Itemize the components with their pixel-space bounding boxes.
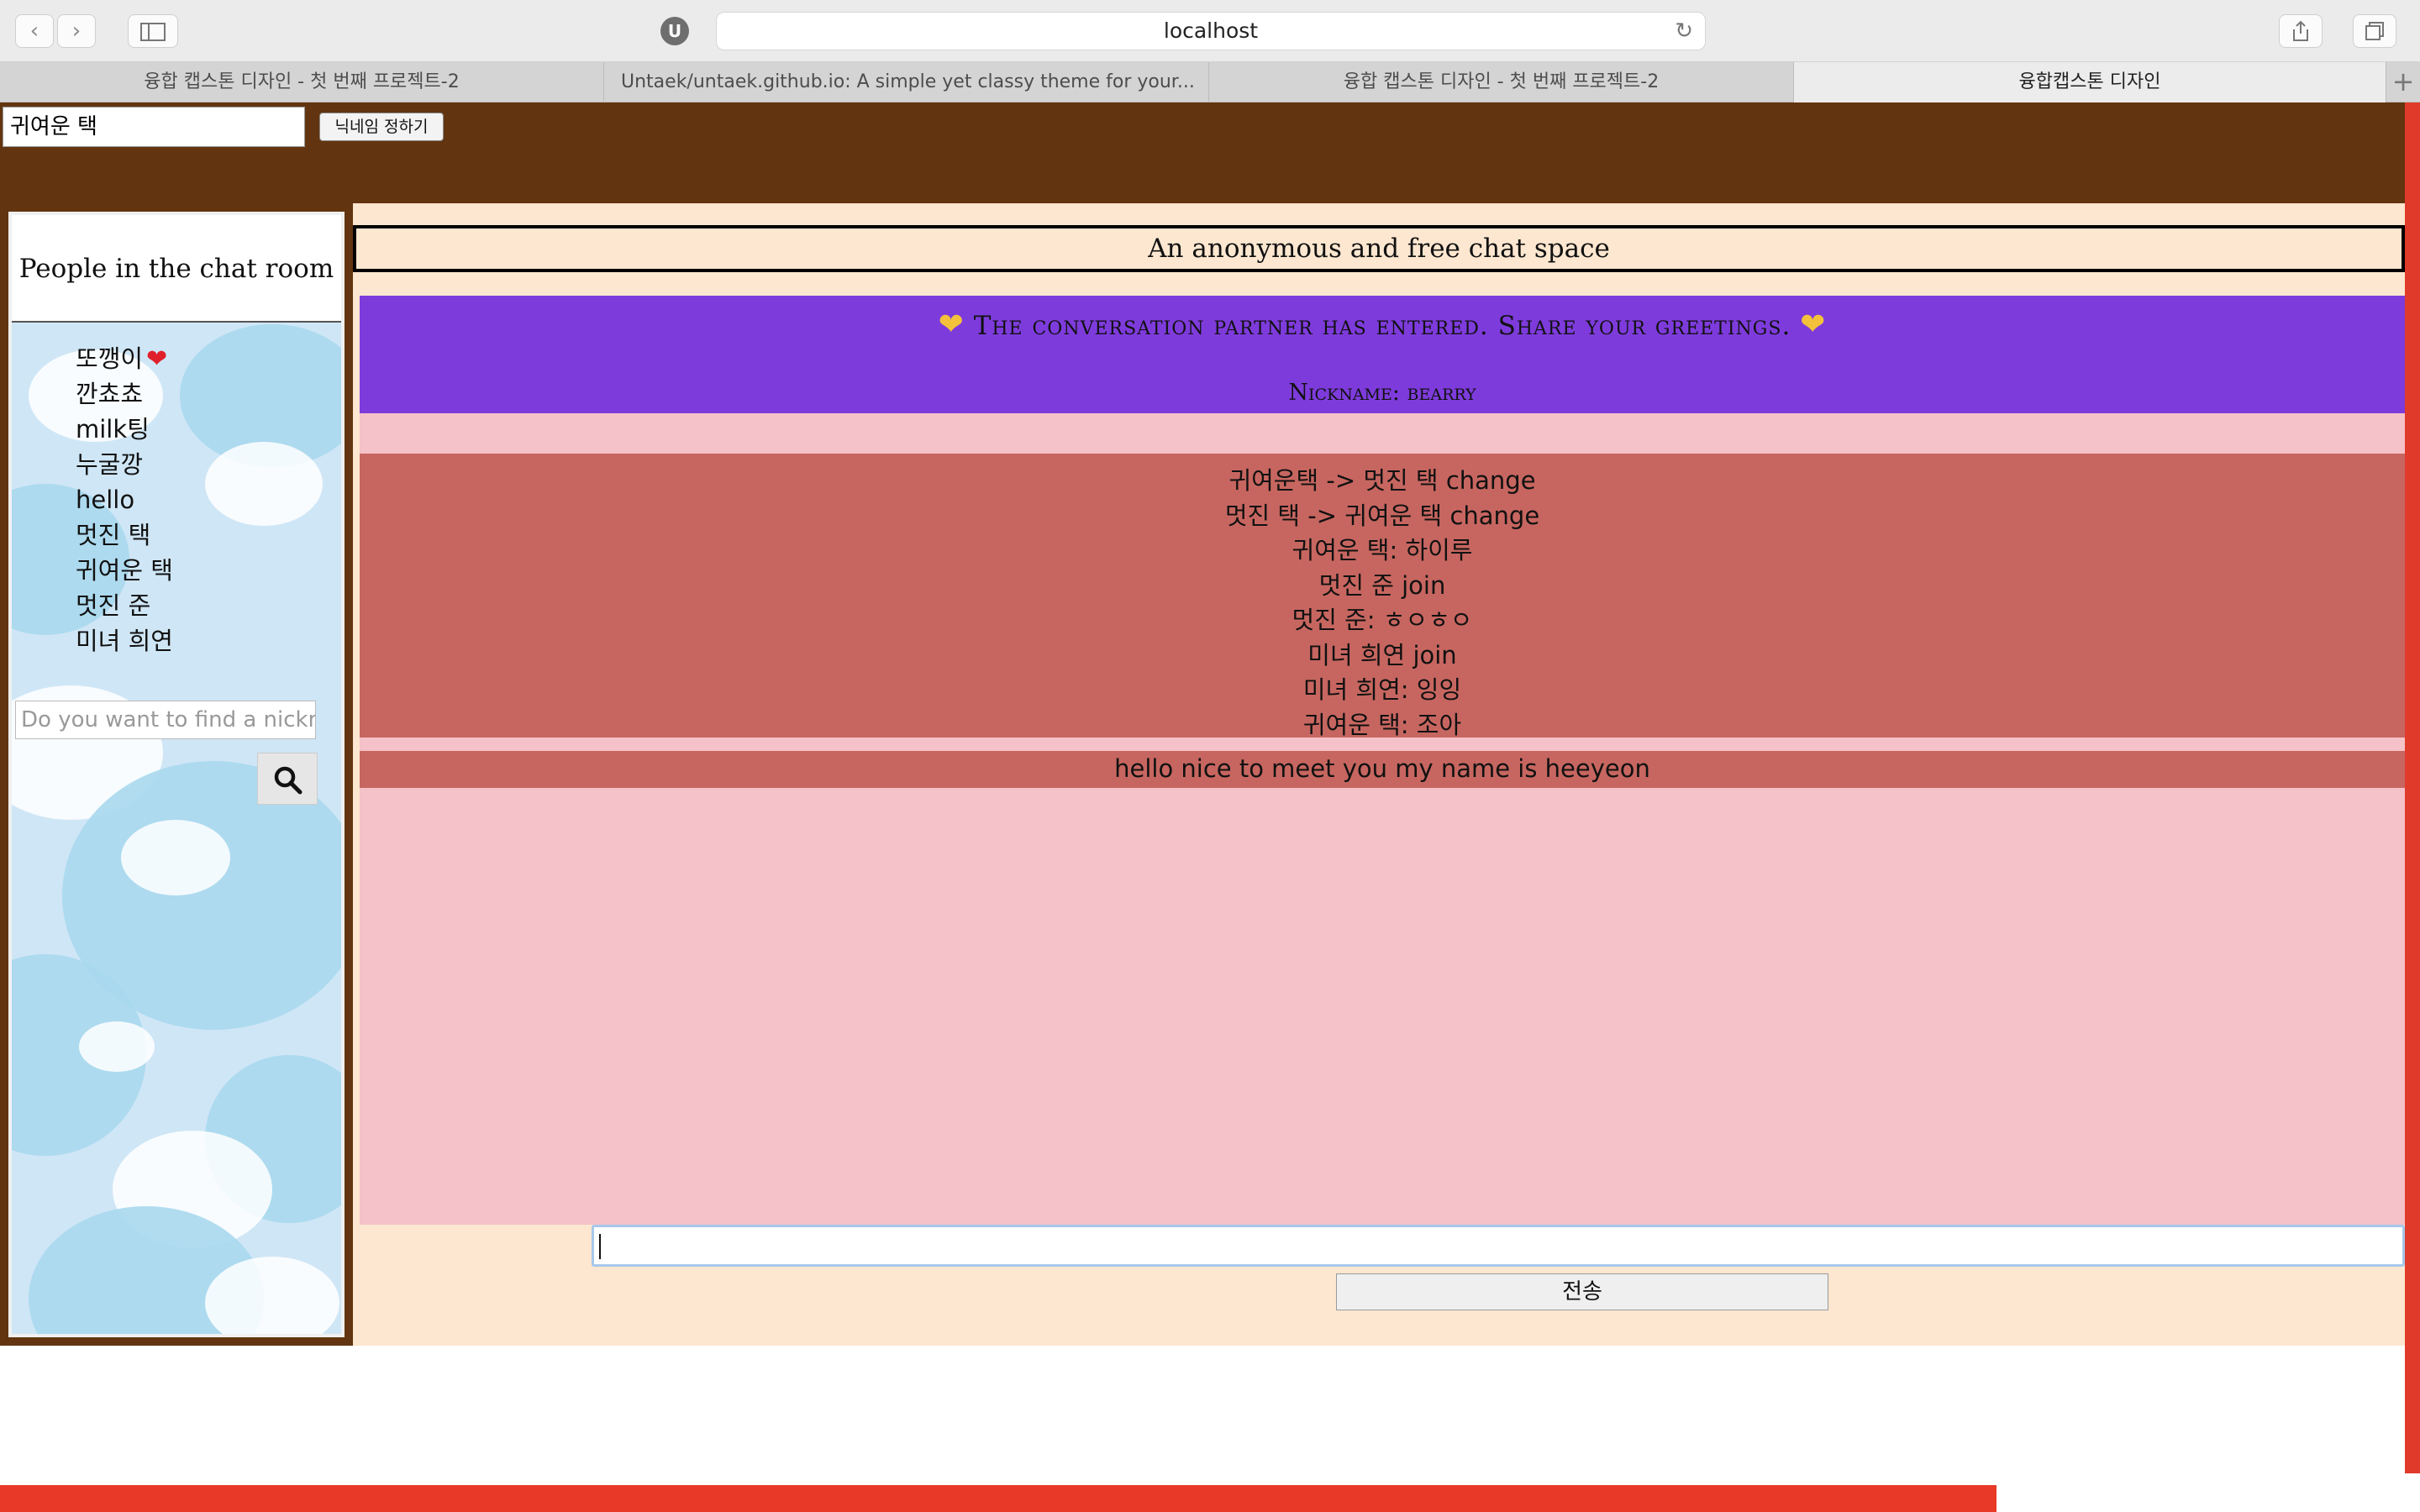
search-icon (274, 766, 302, 795)
sidebar-title: People in the chat room (12, 215, 341, 323)
people-sidebar: People in the chat room 또깽이 ❤ 깐쵸쵸 milk팅 누… (8, 212, 345, 1337)
user-item[interactable]: 깐쵸쵸 (76, 376, 173, 412)
chat-message: hello nice to meet you my name is heeyeo… (360, 751, 2405, 788)
chat-log: 귀여운택 -> 멋진 택 change 멋진 택 -> 귀여운 택 change… (360, 454, 2405, 739)
nickname-input[interactable]: 귀여운 택 (3, 107, 305, 147)
user-item[interactable]: 누굴깡 (76, 447, 173, 482)
tab-2[interactable]: Untaek/untaek.github.io: A simple yet cl… (604, 62, 1209, 102)
url-text: localhost (1163, 18, 1259, 43)
reload-icon[interactable]: ↻ (1675, 13, 1693, 50)
user-name: hello (76, 486, 135, 514)
forward-button[interactable]: › (57, 14, 96, 48)
share-icon (2293, 20, 2308, 41)
set-nickname-button[interactable]: 닉네임 정하기 (319, 113, 444, 141)
user-item[interactable]: milk팅 (76, 412, 173, 447)
sidebar-icon (140, 23, 166, 41)
tab-bar: 융합 캡스톤 디자인 - 첫 번째 프로젝트-2 Untaek/untaek.g… (0, 62, 2420, 102)
log-line: 귀여운 택: 조아 (1302, 710, 1462, 739)
sidebar-toggle-button[interactable] (128, 14, 178, 48)
cloud-decoration (205, 442, 323, 526)
browser-toolbar: ‹ › U localhost ↻ (0, 0, 2420, 62)
user-name: milk팅 (76, 415, 150, 444)
user-name: 미녀 희연 (76, 627, 173, 655)
bottom-accent-bar (0, 1485, 1996, 1512)
user-name: 또깽이 (76, 344, 144, 373)
new-tab-button[interactable]: + (2386, 62, 2420, 102)
log-line: 멋진 준: ㅎㅇㅎㅇ (1292, 606, 1473, 634)
share-button[interactable] (2279, 14, 2323, 48)
address-bar[interactable]: localhost ↻ (716, 12, 1706, 50)
user-item[interactable]: hello (76, 482, 173, 517)
text-caret (599, 1234, 601, 1259)
log-line: 멋진 준 join (1318, 570, 1446, 600)
chat-title: An anonymous and free chat space (353, 225, 2405, 272)
find-nickname-input[interactable]: Do you want to find a nickname? (15, 701, 316, 739)
chat-panel: An anonymous and free chat space ❤ The c… (353, 203, 2405, 1346)
cloud-decoration (121, 820, 230, 895)
right-accent-bar (2405, 102, 2420, 1473)
entered-notice-text: The conversation partner has entered. Sh… (973, 311, 1791, 341)
cloud-decoration (79, 1021, 155, 1072)
user-item[interactable]: 귀여운 택 (76, 553, 173, 588)
chat-messages: ❤ The conversation partner has entered. … (360, 296, 2405, 1225)
user-item[interactable]: 멋진 택 (76, 517, 173, 553)
log-line: 미녀 희연 join (1307, 640, 1457, 669)
tab-3[interactable]: 융합 캡스톤 디자인 - 첫 번째 프로젝트-2 (1209, 62, 1794, 102)
log-line: 멋진 택 -> 귀여운 택 change (1224, 501, 1540, 530)
log-line: 귀여운택 -> 멋진 택 change (1228, 466, 1536, 495)
tabs-icon (2365, 22, 2384, 40)
search-button[interactable] (257, 753, 318, 805)
user-name: 깐쵸쵸 (76, 380, 144, 408)
user-name: 멋진 준 (76, 591, 151, 620)
tab-1[interactable]: 융합 캡스톤 디자인 - 첫 번째 프로젝트-2 (0, 62, 604, 102)
log-line: 미녀 희연: 잉잉 (1302, 675, 1462, 704)
back-button[interactable]: ‹ (15, 14, 54, 48)
user-item[interactable]: 또깽이 ❤ (76, 341, 173, 376)
cloud-decoration (205, 1257, 339, 1334)
gift-heart-icon: ❤ (1800, 307, 1827, 342)
log-line: 귀여운 택: 하이루 (1292, 536, 1473, 564)
send-button[interactable]: 전송 (1336, 1273, 1828, 1310)
user-name: 멋진 택 (76, 521, 151, 549)
user-item[interactable]: 미녀 희연 (76, 623, 173, 659)
tab-4-active[interactable]: 융합캡스톤 디자인 (1794, 62, 2386, 102)
partner-entered-notice: ❤ The conversation partner has entered. … (360, 296, 2405, 413)
partner-nickname: Nickname: bearry (1288, 380, 1476, 406)
page: 귀여운 택 닉네임 정하기 People in the chat room 또깽… (0, 102, 2420, 1512)
user-name: 귀여운 택 (76, 556, 173, 585)
extension-icon[interactable]: U (660, 17, 689, 45)
user-list: 또깽이 ❤ 깐쵸쵸 milk팅 누굴깡 hello 멋진 택 귀여운 택 멋진 준… (76, 341, 173, 659)
page-header: 귀여운 택 닉네임 정하기 (0, 102, 2420, 203)
user-item[interactable]: 멋진 준 (76, 588, 173, 623)
user-name: 누굴깡 (76, 450, 144, 479)
message-input[interactable] (592, 1225, 2405, 1267)
heart-icon: ❤ (146, 344, 168, 374)
tabs-overview-button[interactable] (2353, 14, 2396, 48)
gift-heart-icon: ❤ (938, 307, 965, 342)
